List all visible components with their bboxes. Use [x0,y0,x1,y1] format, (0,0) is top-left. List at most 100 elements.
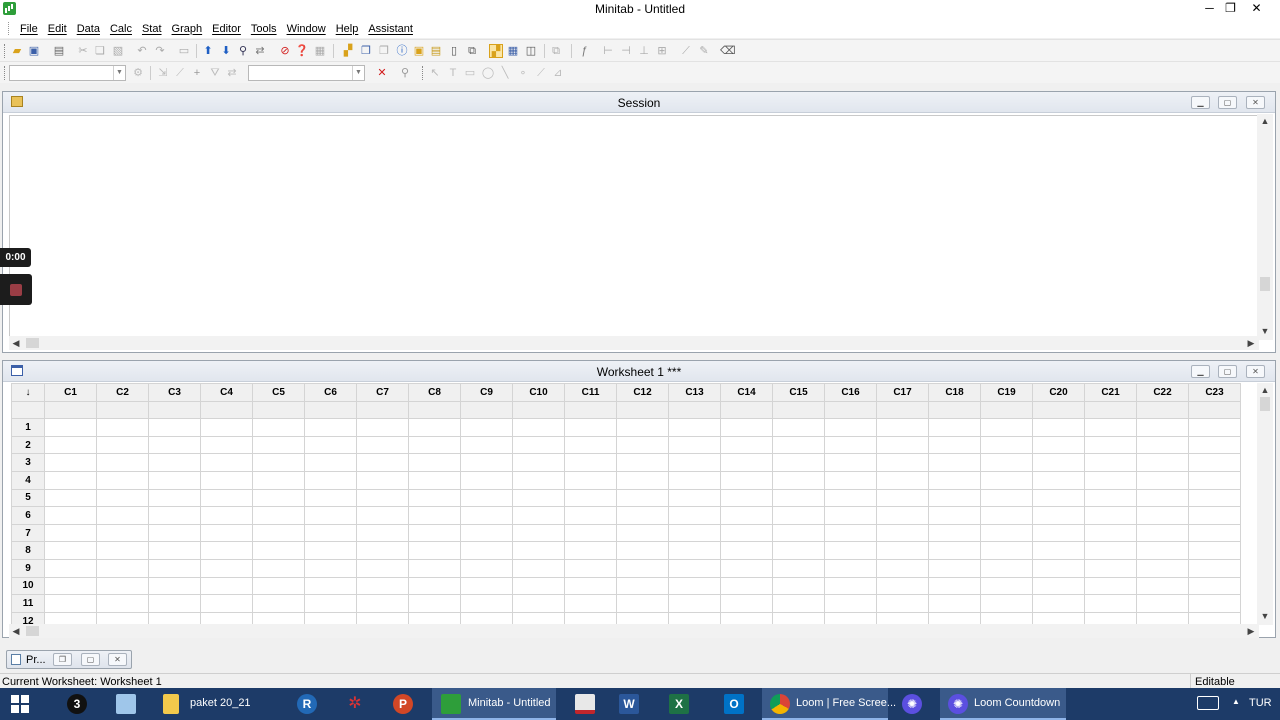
worksheet-cell[interactable] [1032,541,1085,560]
worksheet-cell[interactable] [616,594,669,613]
worksheet-cell[interactable] [564,594,617,613]
worksheet-cell[interactable] [928,576,981,596]
line-icon[interactable]: ⇲ [156,66,170,80]
worksheet-cell[interactable] [1136,506,1189,525]
column-name-cell[interactable] [44,400,97,420]
worksheet-cell[interactable] [1188,470,1241,490]
worksheet-cell[interactable] [1136,488,1189,508]
worksheet-cell[interactable] [1188,453,1241,472]
worksheet-cell[interactable] [928,558,981,578]
column-header[interactable]: C3 [148,383,201,402]
worksheet-cell[interactable] [772,418,825,437]
column-header[interactable]: C14 [720,383,773,402]
cancel-icon[interactable]: ⊘ [278,44,292,58]
insert-rows-icon[interactable]: ⊣ [619,44,633,58]
tray-language[interactable]: TUR [1246,688,1280,720]
annotation-select[interactable]: ▼ [248,65,365,81]
worksheet-cell[interactable] [1032,523,1085,543]
column-name-cell[interactable] [772,400,825,420]
worksheet-cell[interactable] [408,470,461,490]
worksheet-cell[interactable] [1136,541,1189,560]
worksheet-cell[interactable] [616,541,669,560]
column-name-cell[interactable] [200,400,253,420]
worksheet-cell[interactable] [512,558,565,578]
worksheet-cell[interactable] [980,488,1033,508]
column-name-cell[interactable] [1188,400,1241,420]
worksheet-cell[interactable] [1032,506,1085,525]
worksheet-cell[interactable] [200,541,253,560]
column-name-cell[interactable] [148,400,201,420]
worksheet-cell[interactable] [44,594,97,613]
column-name-cell[interactable] [408,400,461,420]
worksheet-cell[interactable] [1136,594,1189,613]
worksheet-cell[interactable] [44,523,97,543]
worksheet-cell[interactable] [148,558,201,578]
session-maximize-button[interactable]: ▢ [1218,96,1237,109]
column-name-cell[interactable] [928,400,981,420]
worksheet-cell[interactable] [512,541,565,560]
scroll-left-icon[interactable]: ◀ [9,336,23,350]
worksheet-cell[interactable] [96,523,149,543]
print-icon[interactable]: ▤ [52,44,66,58]
taskbar-word[interactable]: W [610,688,650,720]
move-columns-icon[interactable]: ⊞ [655,44,669,58]
column-name-cell[interactable] [1136,400,1189,420]
loom-stop-button[interactable] [0,274,32,305]
column-header[interactable]: C5 [252,383,305,402]
column-header[interactable]: C8 [408,383,461,402]
worksheet-cell[interactable] [772,435,825,455]
taskbar-chrome[interactable]: Loom | Free Scree... [762,688,896,720]
row-header[interactable]: 3 [11,453,45,472]
worksheet-cell[interactable] [928,541,981,560]
worksheet-cell[interactable] [44,541,97,560]
menu-window[interactable]: Window [282,23,331,35]
column-header[interactable]: C23 [1188,383,1241,402]
column-header[interactable]: C13 [668,383,721,402]
worksheet-cell[interactable] [408,558,461,578]
worksheet-cell[interactable] [304,418,357,437]
line-tool-icon[interactable]: ╲ [498,66,512,80]
column-name-cell[interactable] [616,400,669,420]
worksheet-cell[interactable] [720,541,773,560]
worksheet-cell[interactable] [876,523,929,543]
worksheet-cell[interactable] [876,506,929,525]
worksheet-cell[interactable] [148,488,201,508]
info-icon[interactable]: ⓘ [395,44,409,58]
worksheet-cell[interactable] [512,453,565,472]
worksheet-cell[interactable] [668,488,721,508]
column-header[interactable]: C7 [356,383,409,402]
polyline-icon[interactable]: ⟋ [534,66,548,80]
worksheet-cell[interactable] [720,594,773,613]
worksheet-cell[interactable] [720,506,773,525]
show-graphs-icon[interactable]: ▞ [341,44,355,58]
worksheet-cell[interactable] [1188,594,1241,613]
worksheet-cell[interactable] [1136,523,1189,543]
worksheet-cell[interactable] [772,541,825,560]
worksheet-cell[interactable] [96,435,149,455]
scroll-right-icon[interactable]: ▶ [1244,624,1258,638]
worksheet-cell[interactable] [512,418,565,437]
menu-tools[interactable]: Tools [246,23,282,35]
project-manager-maximize-button[interactable]: ▢ [81,653,100,666]
worksheet-cell[interactable] [200,558,253,578]
worksheet-cell[interactable] [304,558,357,578]
scroll-thumb[interactable] [1260,397,1270,411]
redo-icon[interactable]: ↷ [153,44,167,58]
worksheet-cell[interactable] [772,488,825,508]
row-header[interactable]: 7 [11,523,45,543]
row-header[interactable]: 5 [11,488,45,508]
row-header[interactable]: 4 [11,470,45,490]
worksheet-cell[interactable] [1032,435,1085,455]
tray-show-hidden[interactable]: ▲ [1228,688,1244,720]
worksheet-cell[interactable] [564,576,617,596]
taskbar-loom-countdown[interactable]: ✺ Loom Countdown [940,688,1066,720]
edit-icon[interactable]: ✎ [697,44,711,58]
worksheet-table[interactable]: ↓ C1 C2 C3 C4 C5 C6 C7 C8 C9 C10 C11 C12 C13 C14 C15 C16… [11,383,1241,625]
worksheet-cell[interactable] [720,576,773,596]
brush-line-icon[interactable]: ⟋ [173,66,187,80]
worksheet-cell[interactable] [876,470,929,490]
worksheet-cell[interactable] [408,435,461,455]
worksheet-cell[interactable] [44,506,97,525]
worksheet-cell[interactable] [928,594,981,613]
worksheet-cell[interactable] [356,541,409,560]
